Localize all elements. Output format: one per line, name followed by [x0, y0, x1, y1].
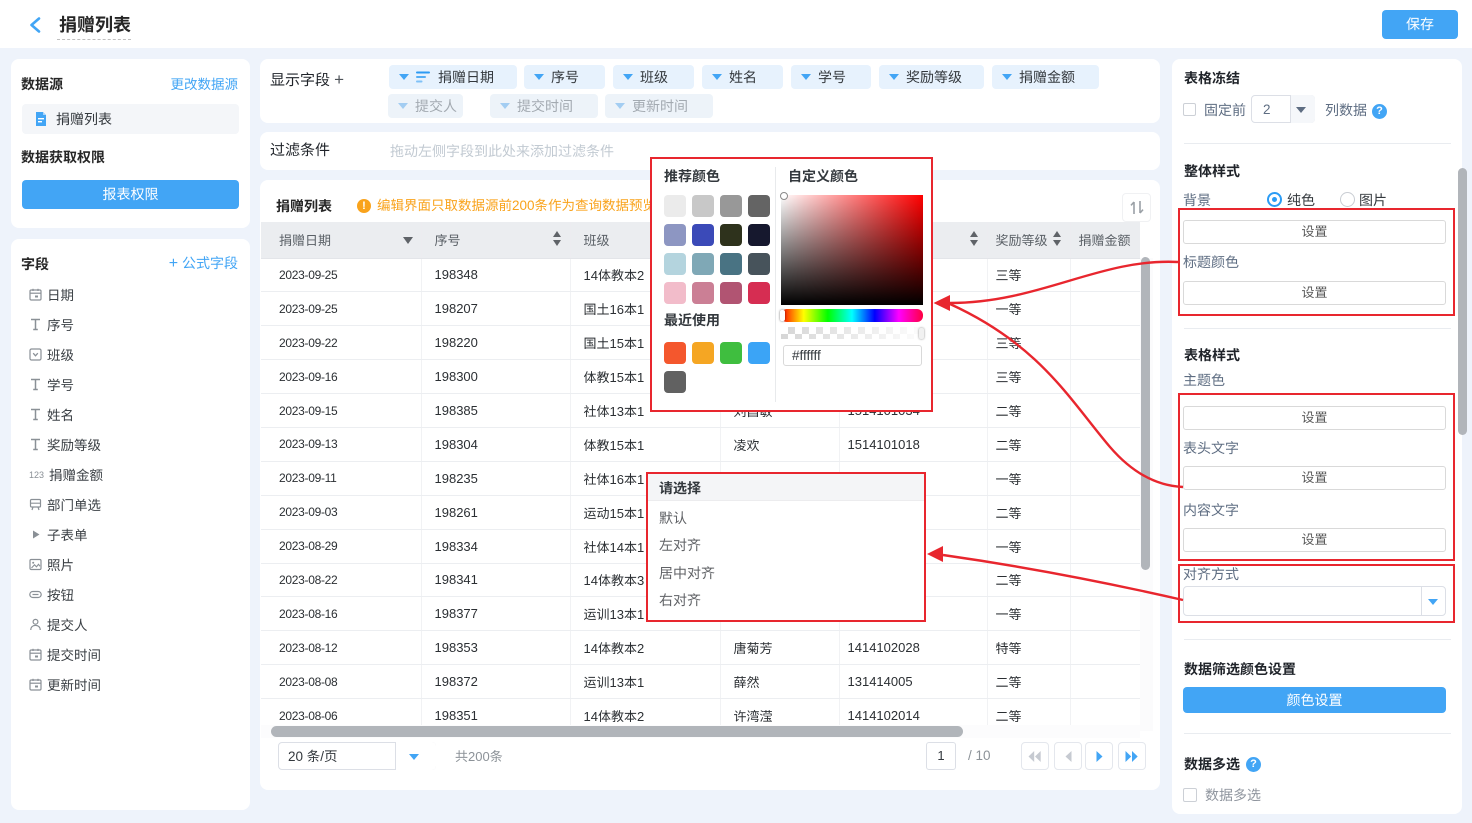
svg-text:123: 123 — [29, 470, 44, 480]
